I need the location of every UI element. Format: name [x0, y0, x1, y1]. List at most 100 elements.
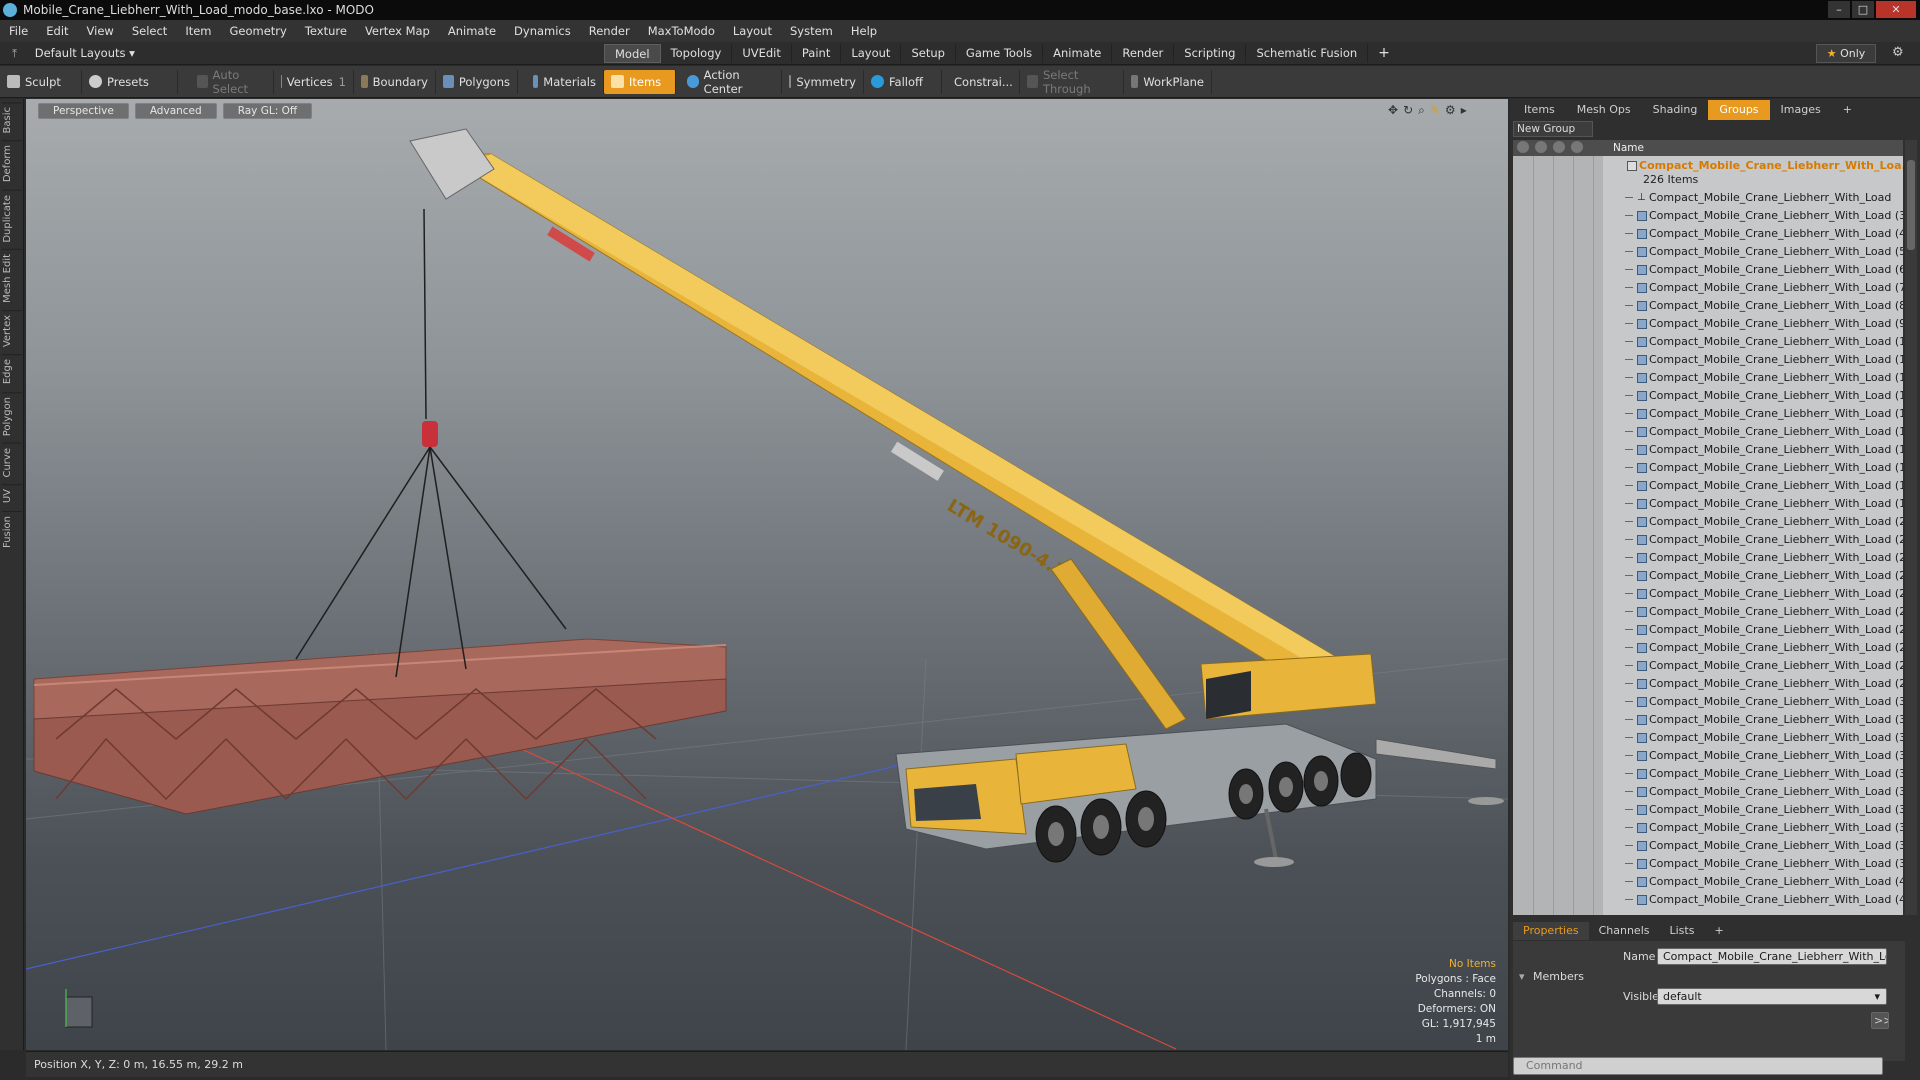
list-item[interactable]: Compact_Mobile_Crane_Liebherr_With_Load … — [1513, 315, 1903, 333]
boundary-button[interactable]: Boundary — [354, 69, 436, 94]
members-expand-icon[interactable]: ▾ — [1519, 970, 1525, 983]
falloff-button[interactable]: Falloff — [864, 69, 942, 94]
tab-edge[interactable]: Edge — [2, 354, 22, 389]
groups-tree[interactable]: Name Compact_Mobile_Crane_Liebherr_With_… — [1513, 140, 1903, 915]
tab-polygon[interactable]: Polygon — [2, 391, 22, 440]
tab-shading[interactable]: Shading — [1642, 100, 1709, 120]
workplane-button[interactable]: WorkPlane — [1124, 69, 1212, 94]
list-item[interactable]: Compact_Mobile_Crane_Liebherr_With_Load … — [1513, 477, 1903, 495]
list-item[interactable]: Compact_Mobile_Crane_Liebherr_With_Load … — [1513, 783, 1903, 801]
menu-maxtomodo[interactable]: MaxToModo — [639, 24, 724, 38]
list-item[interactable]: Compact_Mobile_Crane_Liebherr_With_Load … — [1513, 693, 1903, 711]
constraints-button[interactable]: Constrai... — [942, 69, 1020, 94]
menu-edit[interactable]: Edit — [37, 24, 77, 38]
menu-animate[interactable]: Animate — [439, 24, 505, 38]
list-item[interactable]: Compact_Mobile_Crane_Liebherr_With_Load … — [1513, 279, 1903, 297]
menu-help[interactable]: Help — [842, 24, 886, 38]
brush-icon[interactable]: ✎ — [1430, 103, 1440, 118]
tab-schematic-fusion[interactable]: Schematic Fusion — [1246, 44, 1369, 63]
name-field[interactable]: Compact_Mobile_Crane_Liebherr_With_Load … — [1657, 948, 1887, 965]
list-item[interactable]: Compact_Mobile_Crane_Liebherr_With_Load … — [1513, 711, 1903, 729]
zoom-view-icon[interactable]: ⌕ — [1418, 103, 1425, 118]
menu-system[interactable]: System — [781, 24, 842, 38]
list-item[interactable]: Compact_Mobile_Crane_Liebherr_With_Load … — [1513, 657, 1903, 675]
materials-button[interactable]: Materials — [526, 69, 604, 94]
viewport-menu-arrow-icon[interactable]: ▸ — [1461, 103, 1467, 118]
list-item[interactable]: Compact_Mobile_Crane_Liebherr_With_Load … — [1513, 891, 1903, 909]
advanced-button[interactable]: Advanced — [134, 103, 217, 119]
tab-game-tools[interactable]: Game Tools — [956, 44, 1044, 63]
list-item[interactable]: Compact_Mobile_Crane_Liebherr_With_Load … — [1513, 297, 1903, 315]
list-item[interactable]: Compact_Mobile_Crane_Liebherr_With_Load … — [1513, 837, 1903, 855]
minimize-button[interactable]: – — [1828, 1, 1850, 18]
tab-model[interactable]: Model — [604, 44, 661, 63]
list-item[interactable]: Compact_Mobile_Crane_Liebherr_With_Load … — [1513, 459, 1903, 477]
tab-curve[interactable]: Curve — [2, 442, 22, 482]
list-item[interactable]: Compact_Mobile_Crane_Liebherr_With_Load … — [1513, 423, 1903, 441]
command-input[interactable]: Command — [1513, 1057, 1883, 1075]
list-item[interactable]: Compact_Mobile_Crane_Liebherr_With_Load … — [1513, 261, 1903, 279]
ray-gl-button[interactable]: Ray GL: Off — [222, 103, 313, 119]
name-column-header[interactable]: Name — [1613, 140, 1644, 156]
move-view-icon[interactable]: ✥ — [1388, 103, 1398, 118]
tab-mesh-ops[interactable]: Mesh Ops — [1566, 100, 1642, 120]
select-column-icon[interactable] — [1571, 141, 1583, 153]
tab-animate[interactable]: Animate — [1043, 44, 1113, 63]
list-item[interactable]: Compact_Mobile_Crane_Liebherr_With_Load … — [1513, 495, 1903, 513]
viewport-gear-icon[interactable]: ⚙ — [1445, 103, 1456, 118]
maximize-button[interactable]: □ — [1852, 1, 1874, 18]
tab-fusion[interactable]: Fusion — [2, 510, 22, 552]
tab-duplicate[interactable]: Duplicate — [2, 189, 22, 247]
tab-paint[interactable]: Paint — [792, 44, 842, 63]
rotate-view-icon[interactable]: ↻ — [1403, 103, 1413, 118]
menu-view[interactable]: View — [78, 24, 123, 38]
add-tab-button[interactable]: + — [1368, 44, 1400, 63]
polygons-button[interactable]: Polygons — [436, 69, 518, 94]
layout-selector[interactable]: ⤒ Default Layouts ▾ — [12, 46, 135, 61]
list-item[interactable]: Compact_Mobile_Crane_Liebherr_With_Load … — [1513, 441, 1903, 459]
tab-basic[interactable]: Basic — [2, 102, 22, 138]
list-item[interactable]: Compact_Mobile_Crane_Liebherr_With_Load … — [1513, 351, 1903, 369]
add-panel-tab-button[interactable]: + — [1832, 100, 1863, 120]
tab-vertex[interactable]: Vertex — [2, 310, 22, 352]
list-item[interactable]: Compact_Mobile_Crane_Liebherr_With_Load … — [1513, 729, 1903, 747]
only-button[interactable]: ★ Only — [1816, 44, 1876, 63]
menu-texture[interactable]: Texture — [296, 24, 356, 38]
list-item[interactable]: Compact_Mobile_Crane_Liebherr_With_Load … — [1513, 369, 1903, 387]
tab-setup[interactable]: Setup — [901, 44, 956, 63]
list-item[interactable]: Compact_Mobile_Crane_Liebherr_With_Load … — [1513, 567, 1903, 585]
list-item[interactable]: Compact_Mobile_Crane_Liebherr_With_Load … — [1513, 603, 1903, 621]
list-item[interactable]: Compact_Mobile_Crane_Liebherr_With_Load … — [1513, 675, 1903, 693]
vertices-button[interactable]: Vertices 1 — [274, 69, 354, 94]
list-item[interactable]: Compact_Mobile_Crane_Liebherr_With_Load … — [1513, 819, 1903, 837]
menu-layout[interactable]: Layout — [724, 24, 781, 38]
sculpt-button[interactable]: Sculpt — [0, 69, 82, 94]
tree-scrollbar[interactable] — [1905, 140, 1917, 915]
more-button[interactable]: >> — [1871, 1012, 1889, 1029]
tab-uv[interactable]: UV — [2, 484, 22, 508]
list-item[interactable]: Compact_Mobile_Crane_Liebherr_With_Load … — [1513, 333, 1903, 351]
tab-mesh-edit[interactable]: Mesh Edit — [2, 249, 22, 308]
tree-scrollbar-thumb[interactable] — [1907, 160, 1915, 250]
auto-select-button[interactable]: Auto Select — [190, 68, 274, 96]
tab-uvedit[interactable]: UVEdit — [732, 44, 792, 63]
lock-column-icon[interactable] — [1553, 141, 1565, 153]
items-button[interactable]: Items — [604, 69, 676, 94]
perspective-button[interactable]: Perspective — [38, 103, 129, 119]
list-item[interactable]: Compact_Mobile_Crane_Liebherr_With_Load … — [1513, 873, 1903, 891]
menu-select[interactable]: Select — [123, 24, 176, 38]
list-item[interactable]: Compact_Mobile_Crane_Liebherr_With_Load … — [1513, 225, 1903, 243]
list-item[interactable]: Compact_Mobile_Crane_Liebherr_With_Load … — [1513, 405, 1903, 423]
visible-dropdown[interactable]: default ▾ — [1657, 988, 1887, 1005]
list-item[interactable]: Compact_Mobile_Crane_Liebherr_With_Load … — [1513, 801, 1903, 819]
close-button[interactable]: ✕ — [1876, 1, 1916, 18]
gear-icon[interactable]: ⚙ — [1892, 45, 1904, 60]
list-item[interactable]: Compact_Mobile_Crane_Liebherr_With_Load … — [1513, 765, 1903, 783]
add-props-tab-button[interactable]: + — [1704, 922, 1733, 940]
menu-file[interactable]: File — [0, 24, 37, 38]
menu-geometry[interactable]: Geometry — [221, 24, 296, 38]
list-item[interactable]: Compact_Mobile_Crane_Liebherr_With_Load … — [1513, 531, 1903, 549]
list-item[interactable]: Compact_Mobile_Crane_Liebherr_With_Load … — [1513, 513, 1903, 531]
tab-scripting[interactable]: Scripting — [1174, 44, 1247, 63]
tab-lists[interactable]: Lists — [1660, 922, 1705, 940]
